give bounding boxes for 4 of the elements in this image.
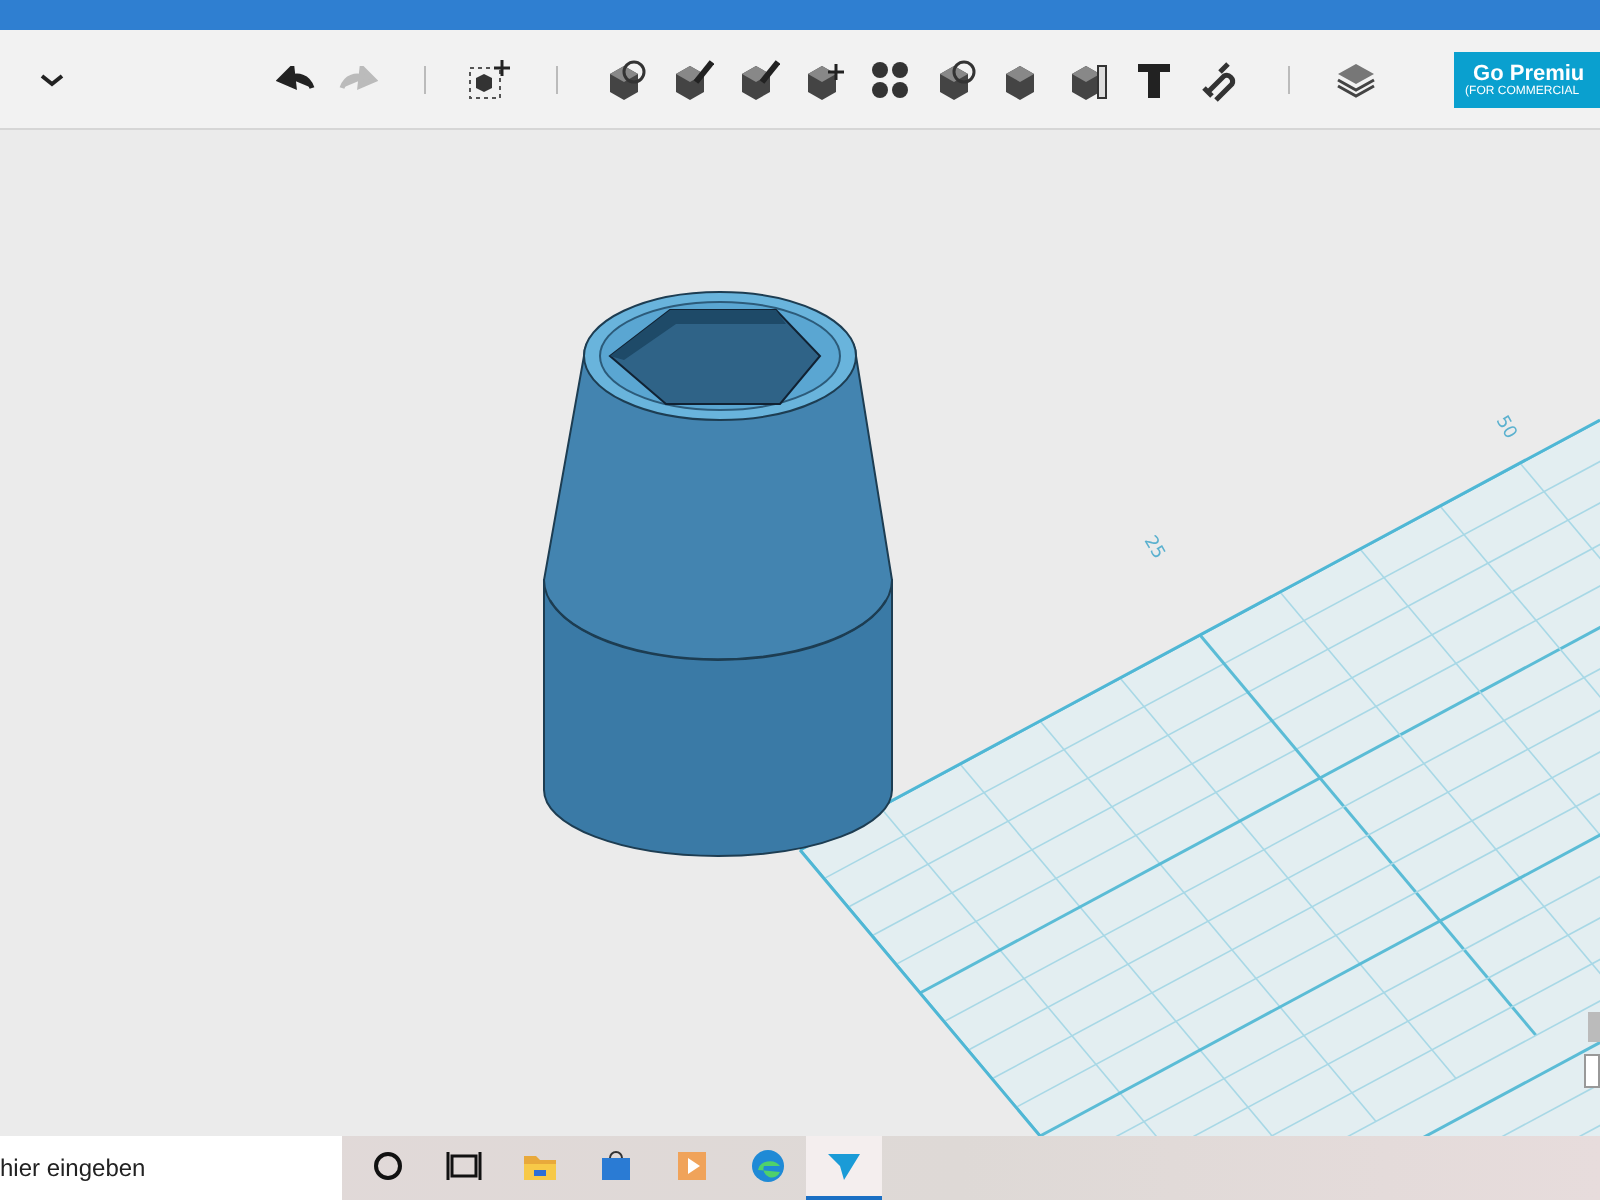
search-field[interactable]: hier eingeben xyxy=(0,1136,342,1200)
axis-label: 50 xyxy=(1490,413,1520,443)
panel-tab[interactable] xyxy=(1584,1054,1600,1088)
axis-label: 25 xyxy=(1138,533,1168,563)
